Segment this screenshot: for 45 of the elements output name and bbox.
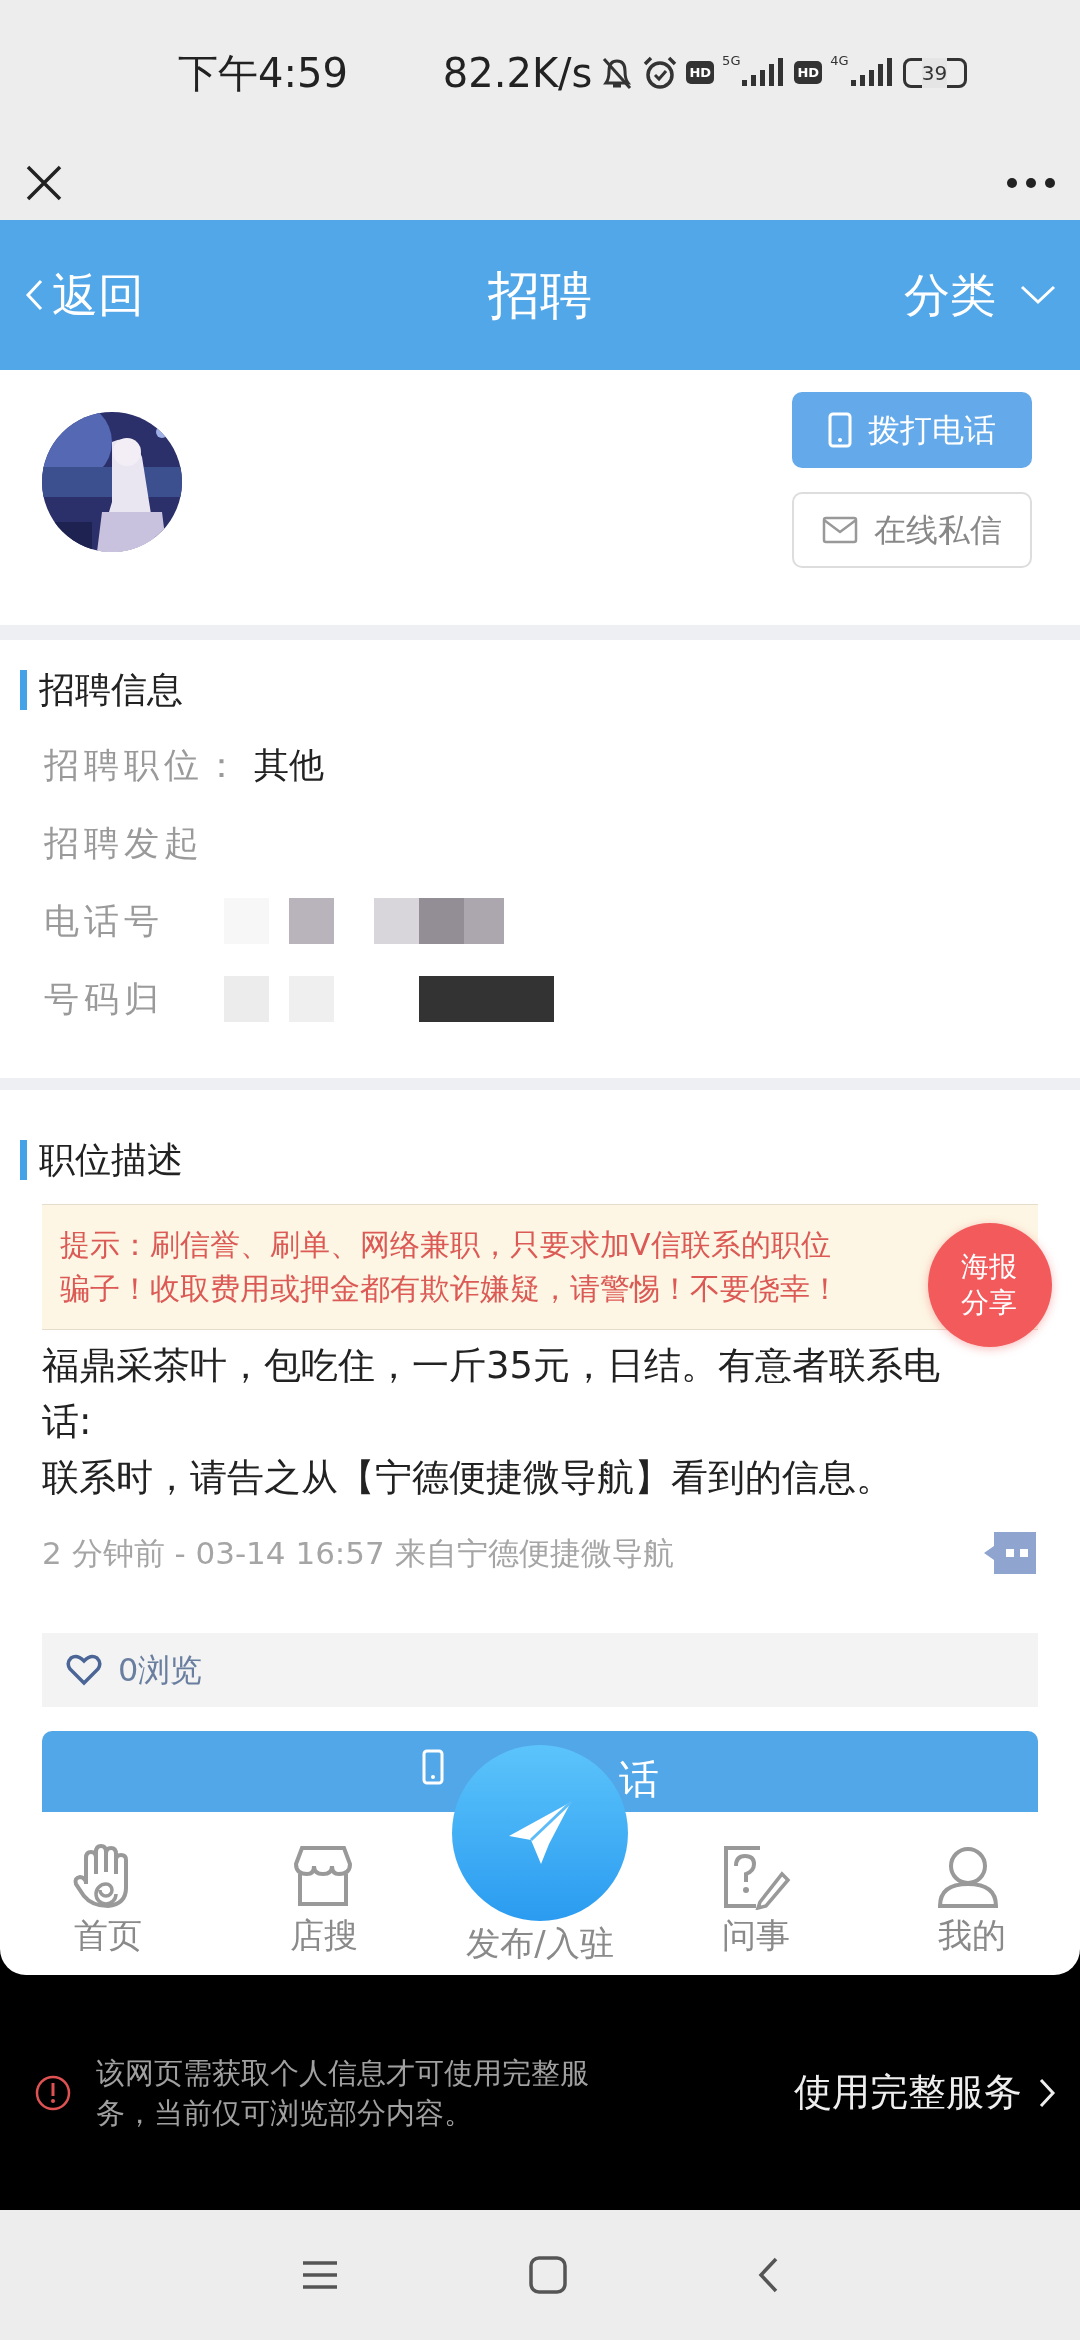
share-poster-button[interactable]: 海报分享 [928,1223,1052,1347]
nav-item[interactable]: 问事 [648,1844,864,1975]
hd-badge: HD [686,60,715,85]
view-count: 0浏览 [118,1649,203,1691]
section-title: 职位描述 [20,1140,1038,1180]
call-button[interactable]: 话 [42,1730,1038,1812]
network-type: 5G [722,51,741,70]
permission-message: 该网页需获取个人信息才可使用完整服务，当前仅可浏览部分内容。 [96,2054,590,2132]
battery-icon: 39 [902,57,967,88]
field-label: 招聘发起 [44,821,205,865]
hd-badge: HD [794,60,823,85]
category-dropdown[interactable]: 分类 [904,260,996,330]
call-button[interactable]: 拨打电话 [792,392,1032,468]
network-type: 4G [830,51,849,70]
phone-icon [421,1748,444,1785]
nav-item[interactable]: 首页 [0,1844,216,1975]
back-icon[interactable] [757,2256,779,2294]
heart-icon [66,1653,102,1686]
chevron-right-icon [1038,2076,1056,2109]
field-label: 电话号 [44,899,165,943]
post-meta: 2 分钟前 - 03-14 16:57 来自宁德便捷微导航 [42,1534,674,1573]
field-label: 招聘职位： [44,743,245,787]
phone-icon [828,412,852,448]
back-chevron-icon [24,278,44,312]
field-value: 其他 [254,743,324,787]
page-title: 招聘 [488,264,592,327]
alarm-icon [642,54,679,91]
nav-item[interactable]: 发布/入驻 [432,1918,648,1975]
signal-icon [850,57,895,88]
full-service-link[interactable]: 使用完整服务 [794,2064,1080,2121]
home-icon[interactable] [529,2256,567,2294]
section-title: 招聘信息 [20,670,1080,710]
field-label: 号码归 [44,977,165,1021]
nav-item[interactable]: 店搜 [216,1844,432,1975]
mail-icon [822,516,858,544]
message-button[interactable]: 在线私信 [792,492,1032,568]
nav-item[interactable]: 我的 [864,1844,1080,1975]
chevron-down-icon[interactable] [1020,285,1056,305]
more-icon[interactable] [1006,176,1056,189]
warning-icon [34,2073,72,2112]
back-link[interactable]: 返回 [0,260,144,330]
menu-icon[interactable] [301,2260,339,2290]
status-time: 下午4:59 [178,48,348,98]
network-speed: 82.2K/s [442,48,593,98]
description-text: 联系时，请告之从【宁德便捷微导航】看到的信息。 [42,1455,894,1501]
